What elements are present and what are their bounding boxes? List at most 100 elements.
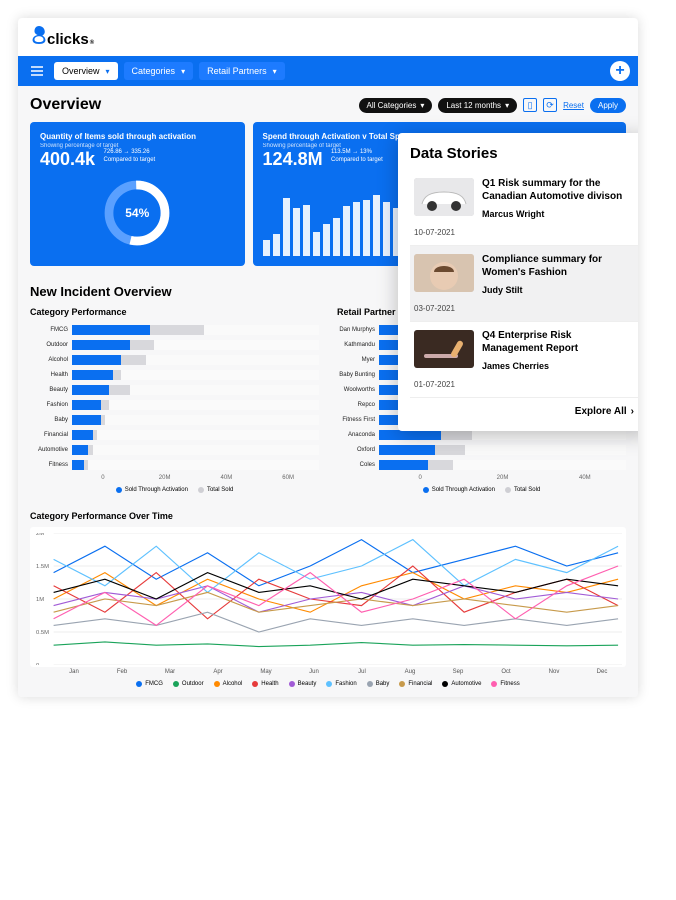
category-label: Financial: [30, 432, 72, 438]
bar: [293, 208, 300, 256]
kpi-target: 726.86 → 335.26 Compared to target: [104, 149, 156, 165]
category-label: Oxford: [337, 447, 379, 453]
bookmark-button[interactable]: ▯: [523, 98, 537, 112]
hamburger-button[interactable]: [26, 60, 48, 82]
chevron-right-icon: ›: [631, 406, 634, 417]
bar-row: Baby: [30, 413, 319, 426]
nav-tab-label: Categories: [132, 66, 176, 76]
bar: [343, 206, 350, 256]
story-item[interactable]: 10-07-2021 Q1 Risk summary for the Canad…: [410, 170, 638, 246]
chevron-down-icon: ▾: [505, 101, 509, 110]
app-header: clicks®: [18, 18, 638, 56]
bar-row: FMCG: [30, 323, 319, 336]
nav-tab-categories[interactable]: Categories ▾: [124, 62, 194, 80]
svg-text:0.5M: 0.5M: [36, 630, 49, 636]
donut-label: 54%: [102, 178, 172, 248]
chart-legend: Sold Through Activation Total Sold: [337, 487, 626, 493]
data-stories-panel: Data Stories 10-07-2021 Q1 Risk summary …: [398, 133, 638, 431]
svg-text:0: 0: [36, 663, 39, 665]
nav-tab-label: Retail Partners: [207, 66, 267, 76]
story-date: 01-07-2021: [414, 380, 474, 389]
chevron-down-icon: ▾: [181, 67, 185, 76]
story-author: Marcus Wright: [482, 209, 634, 219]
bar-row: Fitness: [30, 458, 319, 471]
category-label: Fitness First: [337, 417, 379, 423]
chart-category-performance: Category Performance FMCGOutdoorAlcoholH…: [30, 307, 319, 493]
story-thumbnail: [414, 254, 474, 292]
nav-tab-overview[interactable]: Overview ▾: [54, 62, 118, 80]
svg-text:2M: 2M: [36, 533, 44, 537]
story-date: 03-07-2021: [414, 304, 474, 313]
story-author: Judy Stilt: [482, 285, 634, 295]
chevron-down-icon: ▾: [273, 67, 277, 76]
category-label: Baby Bunting: [337, 372, 379, 378]
chevron-down-icon: ▾: [420, 101, 424, 110]
apply-button[interactable]: Apply: [590, 98, 626, 113]
story-thumbnail: [414, 178, 474, 216]
category-label: Myer: [337, 357, 379, 363]
story-author: James Cherries: [482, 361, 634, 371]
legend-item: Automotive: [442, 681, 481, 687]
category-label: Baby: [30, 417, 72, 423]
category-label: Kathmandu: [337, 342, 379, 348]
story-title: Q4 Enterprise Risk Management Report: [482, 330, 634, 355]
story-date: 10-07-2021: [414, 228, 474, 237]
category-label: Fashion: [30, 402, 72, 408]
brand-name: clicks: [47, 31, 89, 48]
filter-period[interactable]: Last 12 months ▾: [438, 98, 517, 113]
bar: [373, 195, 380, 256]
bar: [283, 198, 290, 256]
line-chart-xaxis: JanFebMarAprMayJunJulAugSepOctNovDec: [30, 669, 626, 675]
story-thumbnail: [414, 330, 474, 368]
bar: [323, 224, 330, 256]
kpi-value: 124.8M: [263, 149, 323, 169]
bar-row: Fashion: [30, 398, 319, 411]
reset-link[interactable]: Reset: [563, 101, 584, 110]
bar: [363, 200, 370, 256]
category-label: Fitness: [30, 462, 72, 468]
category-label: Repco: [337, 402, 379, 408]
bar-row: Beauty: [30, 383, 319, 396]
top-nav: Overview ▾ Categories ▾ Retail Partners …: [18, 56, 638, 86]
page-title: Overview: [30, 96, 101, 114]
story-item[interactable]: 01-07-2021 Q4 Enterprise Risk Management…: [410, 322, 638, 398]
title-row: Overview All Categories ▾ Last 12 months…: [30, 96, 626, 114]
story-title: Q1 Risk summary for the Canadian Automot…: [482, 178, 634, 203]
category-label: Beauty: [30, 387, 72, 393]
legend-item: Outdoor: [173, 681, 204, 687]
legend-item: Alcohol: [214, 681, 243, 687]
category-label: Alcohol: [30, 357, 72, 363]
category-label: Dan Murphys: [337, 327, 379, 333]
legend-item: Fitness: [491, 681, 519, 687]
bar: [333, 218, 340, 256]
line-chart: 0 0.5M 1M 1.5M 2M: [30, 527, 626, 667]
explore-all-link[interactable]: Explore All›: [410, 398, 638, 425]
category-label: Anaconda: [337, 432, 379, 438]
card-quantity: Quantity of Items sold through activatio…: [30, 122, 245, 266]
bar-row: Oxford: [337, 443, 626, 456]
bar-row: Financial: [30, 428, 319, 441]
bar: [383, 202, 390, 256]
nav-tab-retail[interactable]: Retail Partners ▾: [199, 62, 285, 80]
bar-row: Health: [30, 368, 319, 381]
donut-chart: 54%: [102, 178, 172, 248]
category-label: Woolworths: [337, 387, 379, 393]
bar-row: Automotive: [30, 443, 319, 456]
svg-text:1M: 1M: [36, 597, 44, 603]
story-item[interactable]: 03-07-2021 Compliance summary for Women'…: [410, 246, 638, 322]
legend-item: Fashion: [326, 681, 356, 687]
category-label: Health: [30, 372, 72, 378]
legend-item: Beauty: [289, 681, 317, 687]
line-chart-legend: FMCGOutdoorAlcoholHealthBeautyFashionBab…: [30, 681, 626, 687]
bar: [263, 240, 270, 256]
category-label: Automotive: [30, 447, 72, 453]
refresh-button[interactable]: ⟳: [543, 98, 557, 112]
bar-row: Outdoor: [30, 338, 319, 351]
add-button[interactable]: +: [610, 61, 630, 81]
filter-categories[interactable]: All Categories ▾: [359, 98, 433, 113]
category-label: Coles: [337, 462, 379, 468]
chart-legend: Sold Through Activation Total Sold: [30, 487, 319, 493]
svg-text:1.5M: 1.5M: [36, 564, 49, 570]
bar: [303, 205, 310, 256]
kpi-value: 400.4k: [40, 149, 95, 169]
